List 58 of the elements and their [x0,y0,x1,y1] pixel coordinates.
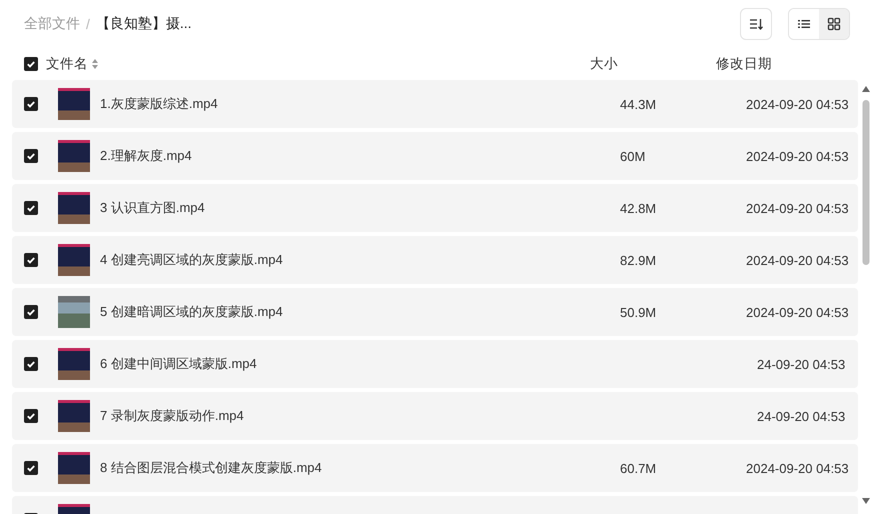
modified-date: 2024-09-20 04:53 [746,148,850,164]
modified-date: 2024-09-20 04:53 [746,304,850,320]
breadcrumb-separator: / [86,16,90,32]
checkbox[interactable] [24,461,38,475]
file-row[interactable]: 4 创建亮调区域的灰度蒙版.mp4 82.9M 2024-09-20 04:53 [12,236,858,284]
photo-placeholder [58,88,90,120]
modified-date: 2024-09-20 04:53 [746,200,850,216]
file-name[interactable]: 8 结合图层混合模式创建灰度蒙版.mp4 [100,459,620,477]
photo-placeholder [58,348,90,380]
column-header[interactable]: 修改日期 [716,55,874,73]
sort-icon [749,17,763,31]
file-row[interactable]: 8 结合图层混合模式创建灰度蒙版.mp4 60.7M 2024-09-20 04:53 [12,444,858,492]
column-header[interactable]: 文件名 [46,55,88,73]
file-row[interactable]: 7 录制灰度蒙版动作.mp4 24-09-20 04:53 [12,392,858,440]
file-row[interactable]: 1.灰度蒙版综述.mp4 44.3M 2024-09-20 04:53 [12,80,858,128]
file-name[interactable]: 5 创建暗调区域的灰度蒙版.mp4 [100,303,620,321]
file-size: 60.7M [620,460,658,476]
checkbox[interactable] [24,253,38,267]
file-name[interactable]: 3 认识直方图.mp4 [100,199,620,217]
photo-placeholder [58,192,90,224]
checkbox[interactable] [24,201,38,215]
file-name[interactable]: 2.理解灰度.mp4 [100,147,620,165]
list-icon [797,17,811,31]
column-header[interactable]: 大小 [590,55,716,73]
file-size: 82.9M [620,252,658,268]
checkbox[interactable] [24,357,38,371]
checkbox[interactable] [24,149,38,163]
modified-date: 2024-09-20 04:53 [746,252,850,268]
file-row[interactable]: 2.理解灰度.mp4 60M 2024-09-20 04:53 [12,132,858,180]
modified-date: 2024-09-20 04:53 [746,96,850,112]
checkbox[interactable] [24,97,38,111]
checkbox[interactable] [24,305,38,319]
file-size: 44.3M [620,96,658,112]
modified-date: 24-09-20 04:53 [756,356,846,372]
photo-placeholder [58,140,90,172]
file-size: 50.9M [620,304,658,320]
photo-placeholder [58,244,90,276]
checkbox[interactable] [24,409,38,423]
file-row[interactable]: 6 创建中间调区域蒙版.mp4 24-09-20 04:53 [12,340,858,388]
grid-view-button[interactable] [819,9,849,39]
file-size: 42.8M [620,200,658,216]
breadcrumb-link[interactable]: 【良知塾】摄... [96,15,192,33]
sort-arrows-icon[interactable] [92,59,98,69]
photo-placeholder [58,296,90,328]
file-size: 60M [620,148,646,164]
file-row[interactable]: 3 认识直方图.mp4 42.8M 2024-09-20 04:53 [12,184,858,232]
modified-date: 2024-09-20 04:53 [746,460,850,476]
file-name[interactable]: 1.灰度蒙版综述.mp4 [100,95,620,113]
file-name[interactable]: 7 录制灰度蒙版动作.mp4 [100,407,620,425]
grid-icon [827,17,841,31]
sort-button[interactable] [740,8,772,40]
select-all-checkbox[interactable] [24,57,38,71]
photo-placeholder [58,452,90,484]
photo-placeholder [58,400,90,432]
file-name[interactable]: 6 创建中间调区域蒙版.mp4 [100,355,620,373]
modified-date: 24-09-20 04:53 [756,408,846,424]
file-name[interactable]: 4 创建亮调区域的灰度蒙版.mp4 [100,251,620,269]
file-row[interactable]: 5 创建暗调区域的灰度蒙版.mp4 50.9M 2024-09-20 04:53 [12,288,858,336]
